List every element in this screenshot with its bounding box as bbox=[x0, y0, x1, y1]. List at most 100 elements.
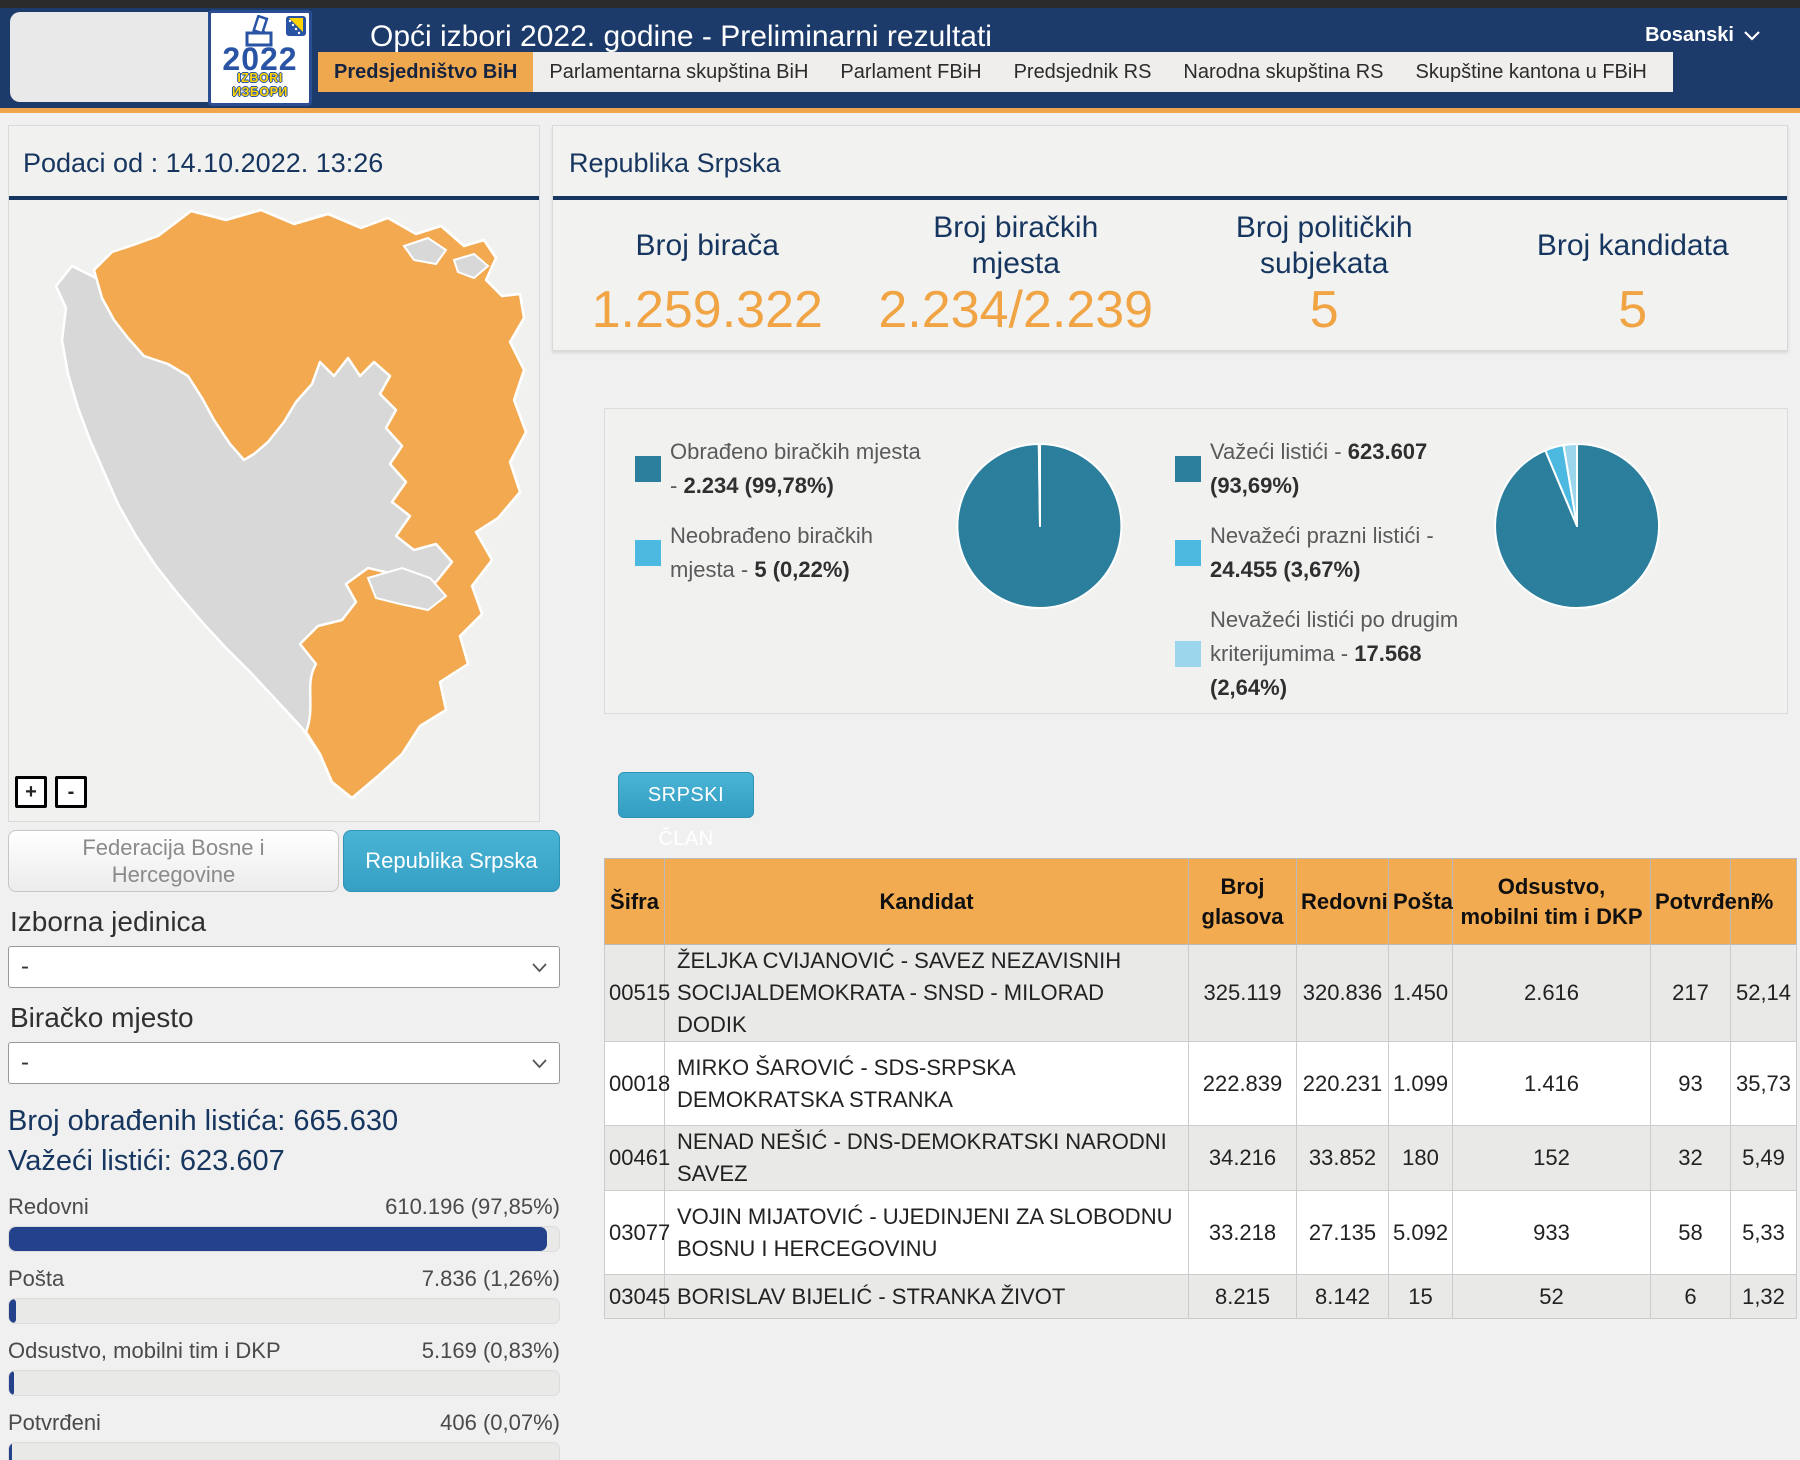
cell-pct: 52,14 bbox=[1731, 945, 1797, 1042]
biracko-mjesto-select[interactable]: - bbox=[8, 1042, 560, 1084]
cell-kandidat: MIRKO ŠAROVIĆ - SDS-SRPSKA DEMOKRATSKA S… bbox=[665, 1042, 1189, 1126]
tab-federacija-bih[interactable]: Federacija Bosne i Hercegovine bbox=[8, 830, 339, 892]
tab-predsjednik-rs[interactable]: Predsjednik RS bbox=[998, 52, 1168, 92]
election-2022-logo: 2022 IZBORI ИЗБОРИ bbox=[208, 10, 312, 106]
bar-group-potvrdjeni: Potvrđeni 406 (0,07%) bbox=[8, 1410, 560, 1460]
top-strip bbox=[0, 0, 1800, 8]
language-selector[interactable]: Bosanski bbox=[1645, 24, 1760, 47]
table-row: 00515 ŽELJKA CVIJANOVIĆ - SAVEZ NEZAVISN… bbox=[605, 945, 1797, 1042]
stat-kandidati: Broj kandidata 5 bbox=[1479, 200, 1788, 350]
cell-broj-glasova: 222.839 bbox=[1189, 1042, 1297, 1126]
tab-parlamentarna-skupstina-bih[interactable]: Parlamentarna skupština BiH bbox=[533, 52, 824, 92]
logo-background-panel bbox=[10, 12, 208, 102]
cell-pct: 35,73 bbox=[1731, 1042, 1797, 1126]
srpski-clan-button[interactable]: SRPSKI ČLAN bbox=[618, 772, 754, 818]
cell-odsustvo: 52 bbox=[1453, 1275, 1651, 1319]
bar-group-redovni: Redovni 610.196 (97,85%) bbox=[8, 1194, 560, 1252]
ballot-type-bars: Redovni 610.196 (97,85%) Pošta 7.836 (1,… bbox=[8, 1194, 560, 1460]
cell-redovni: 220.231 bbox=[1297, 1042, 1389, 1126]
cell-potvrdjeni: 217 bbox=[1651, 945, 1731, 1042]
tab-narodna-skupstina-rs[interactable]: Narodna skupština RS bbox=[1167, 52, 1399, 92]
progress-track bbox=[8, 1370, 560, 1396]
cell-potvrdjeni: 58 bbox=[1651, 1191, 1731, 1275]
candidates-results-table: Šifra Kandidat Broj glasova Redovni Pošt… bbox=[604, 858, 1797, 1319]
table-header-row: Šifra Kandidat Broj glasova Redovni Pošt… bbox=[605, 859, 1797, 945]
cell-broj-glasova: 33.218 bbox=[1189, 1191, 1297, 1275]
col-posta: Pošta bbox=[1389, 859, 1453, 945]
map-container: + - bbox=[9, 200, 539, 810]
tab-parlament-fbih[interactable]: Parlament FBiH bbox=[824, 52, 997, 92]
stat-label: Broj kandidata bbox=[1497, 200, 1769, 282]
stat-label: Broj biračkih mjesta bbox=[862, 200, 1171, 282]
cell-sifra: 00461 bbox=[605, 1126, 665, 1191]
cell-sifra: 00018 bbox=[605, 1042, 665, 1126]
stat-broj-biraca: Broj birača 1.259.322 bbox=[553, 200, 862, 350]
col-sifra: Šifra bbox=[605, 859, 665, 945]
cell-pct: 1,32 bbox=[1731, 1275, 1797, 1319]
bar-label: Redovni bbox=[8, 1194, 89, 1220]
entity-tabs: Federacija Bosne i Hercegovine Republika… bbox=[8, 830, 560, 892]
tab-skupstine-kantona-fbih[interactable]: Skupštine kantona u FBiH bbox=[1400, 52, 1663, 92]
map-zoom-out-button[interactable]: - bbox=[55, 776, 87, 808]
polling-stations-pie-chart bbox=[955, 441, 1125, 611]
stat-value: 5 bbox=[1310, 282, 1339, 338]
cell-odsustvo: 1.416 bbox=[1453, 1042, 1651, 1126]
map-zoom-in-button[interactable]: + bbox=[15, 776, 47, 808]
cell-odsustvo: 933 bbox=[1453, 1191, 1651, 1275]
cell-kandidat: NENAD NEŠIĆ - DNS-DEMOKRATSKI NARODNI SA… bbox=[665, 1126, 1189, 1191]
progress-fill bbox=[9, 1299, 16, 1323]
table-row: 00461 NENAD NEŠIĆ - DNS-DEMOKRATSKI NARO… bbox=[605, 1126, 1797, 1191]
biracko-mjesto-value: - bbox=[21, 1049, 29, 1076]
cell-redovni: 8.142 bbox=[1297, 1275, 1389, 1319]
stat-value: 5 bbox=[1618, 282, 1647, 338]
charts-panel: Obrađeno biračkih mjesta - 2.234 (99,78%… bbox=[604, 408, 1788, 714]
izborna-jedinica-select[interactable]: - bbox=[8, 946, 560, 988]
col-redovni: Redovni bbox=[1297, 859, 1389, 945]
cell-potvrdjeni: 93 bbox=[1651, 1042, 1731, 1126]
cell-sifra: 00515 bbox=[605, 945, 665, 1042]
region-title: Republika Srpska bbox=[553, 126, 1787, 200]
bar-value: 5.169 (0,83%) bbox=[422, 1338, 560, 1364]
cell-posta: 15 bbox=[1389, 1275, 1453, 1319]
table-row: 00018 MIRKO ŠAROVIĆ - SDS-SRPSKA DEMOKRA… bbox=[605, 1042, 1797, 1126]
cell-redovni: 27.135 bbox=[1297, 1191, 1389, 1275]
processed-ballots-total: Broj obrađenih listića: 665.630 bbox=[8, 1102, 560, 1140]
page-title: Opći izbori 2022. godine - Preliminarni … bbox=[370, 20, 992, 54]
cell-pct: 5,33 bbox=[1731, 1191, 1797, 1275]
progress-fill bbox=[9, 1227, 547, 1251]
bar-label: Odsustvo, mobilni tim i DKP bbox=[8, 1338, 281, 1364]
col-kandidat: Kandidat bbox=[665, 859, 1189, 945]
cell-potvrdjeni: 6 bbox=[1651, 1275, 1731, 1319]
table-row: 03077 VOJIN MIJATOVIĆ - UJEDINJENI ZA SL… bbox=[605, 1191, 1797, 1275]
stats-row: Broj birača 1.259.322 Broj biračkih mjes… bbox=[553, 200, 1787, 350]
bar-group-odsustvo: Odsustvo, mobilni tim i DKP 5.169 (0,83%… bbox=[8, 1338, 560, 1396]
cell-broj-glasova: 34.216 bbox=[1189, 1126, 1297, 1191]
legend-item: Nevažeći listići po drugim kriterijumima… bbox=[1175, 603, 1480, 705]
bar-value: 406 (0,07%) bbox=[440, 1410, 560, 1436]
cell-odsustvo: 2.616 bbox=[1453, 945, 1651, 1042]
cell-kandidat: VOJIN MIJATOVIĆ - UJEDINJENI ZA SLOBODNU… bbox=[665, 1191, 1189, 1275]
progress-track bbox=[8, 1442, 560, 1460]
legend-value: 24.455 (3,67%) bbox=[1210, 557, 1360, 582]
cell-posta: 180 bbox=[1389, 1126, 1453, 1191]
progress-track bbox=[8, 1226, 560, 1252]
bih-map bbox=[9, 206, 539, 806]
legend-name: Nevažeći prazni listići - bbox=[1210, 523, 1434, 548]
progress-track bbox=[8, 1298, 560, 1324]
cell-posta: 5.092 bbox=[1389, 1191, 1453, 1275]
cell-potvrdjeni: 32 bbox=[1651, 1126, 1731, 1191]
legend-swatch bbox=[635, 540, 661, 566]
map-zoom-controls: + - bbox=[15, 776, 87, 808]
col-odsustvo: Odsustvo, mobilni tim i DKP bbox=[1453, 859, 1651, 945]
ballots-legend: Važeći listići - 623.607 (93,69%) Nevaže… bbox=[1175, 435, 1480, 713]
izborna-jedinica-label: Izborna jedinica bbox=[10, 906, 560, 938]
page: { "header": { "title": "Opći izbori 2022… bbox=[0, 0, 1800, 1460]
legend-name: Važeći listići - bbox=[1210, 439, 1342, 464]
cell-sifra: 03045 bbox=[605, 1275, 665, 1319]
tab-republika-srpska[interactable]: Republika Srpska bbox=[343, 830, 560, 892]
logo-subtitle: IZBORI ИЗБОРИ bbox=[211, 71, 309, 99]
tab-predsjednistvo-bih[interactable]: Predsjedništvo BiH bbox=[318, 52, 533, 92]
cell-odsustvo: 152 bbox=[1453, 1126, 1651, 1191]
legend-item: Važeći listići - 623.607 (93,69%) bbox=[1175, 435, 1480, 503]
legend-value: 5 (0,22%) bbox=[754, 557, 849, 582]
